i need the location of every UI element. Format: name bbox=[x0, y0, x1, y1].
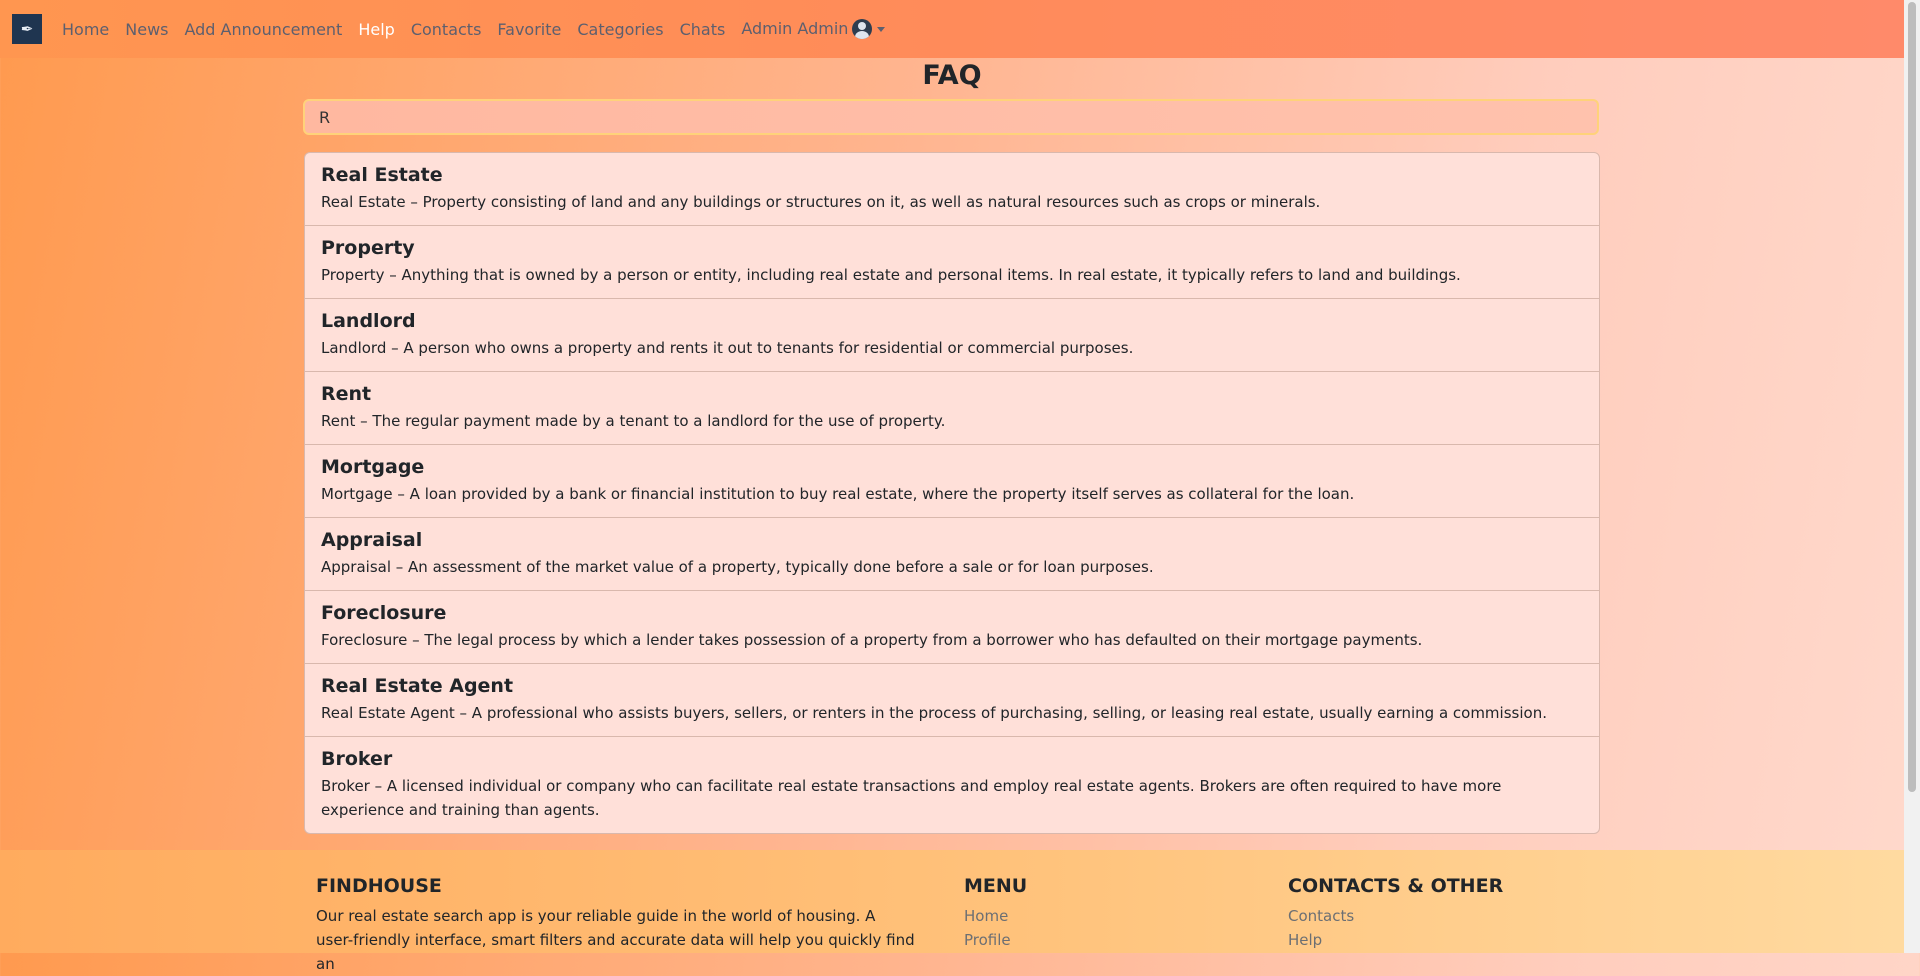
faq-item-title: Foreclosure bbox=[321, 602, 447, 624]
nav-link-add-announcement[interactable]: Add Announcement bbox=[176, 20, 350, 39]
nav-link-home[interactable]: Home bbox=[54, 20, 117, 39]
scrollbar-thumb[interactable] bbox=[1908, 2, 1916, 792]
faq-item-text: Rent – The regular payment made by a ten… bbox=[321, 412, 946, 430]
faq-item-title: Real Estate bbox=[321, 164, 443, 186]
faq-item: Property Property – Anything that is own… bbox=[305, 226, 1599, 299]
avatar-icon bbox=[852, 19, 873, 40]
user-name: Admin Admin bbox=[741, 18, 849, 38]
faq-search-input[interactable] bbox=[303, 99, 1599, 135]
feather-logo-icon: ✒ bbox=[20, 20, 34, 38]
brand-logo[interactable]: ✒ bbox=[12, 14, 42, 44]
faq-item-text: Real Estate Agent – A professional who a… bbox=[321, 704, 1547, 722]
user-menu-dropdown[interactable]: Admin Admin bbox=[733, 19, 893, 40]
faq-item-title: Landlord bbox=[321, 310, 416, 332]
footer-contacts-title: CONTACTS & OTHER bbox=[1288, 875, 1504, 897]
faq-item: Real Estate Agent Real Estate Agent – A … bbox=[305, 664, 1599, 737]
faq-item: Foreclosure Foreclosure – The legal proc… bbox=[305, 591, 1599, 664]
footer: FINDHOUSE Our real estate search app is … bbox=[0, 850, 1904, 973]
page-title: FAQ bbox=[922, 60, 982, 91]
faq-item: Rent Rent – The regular payment made by … bbox=[305, 372, 1599, 445]
nav-link-contacts[interactable]: Contacts bbox=[403, 20, 490, 39]
faq-item-title: Mortgage bbox=[321, 456, 425, 478]
faq-list: Real Estate Real Estate – Property consi… bbox=[304, 152, 1600, 834]
faq-item-text: Mortgage – A loan provided by a bank or … bbox=[321, 485, 1355, 503]
faq-item-text: Broker – A licensed individual or compan… bbox=[321, 777, 1502, 819]
nav-link-favorite[interactable]: Favorite bbox=[489, 20, 569, 39]
footer-menu-title: MENU bbox=[964, 875, 1028, 897]
nav-links: Home News Add Announcement Help Contacts… bbox=[54, 19, 893, 40]
nav-link-categories[interactable]: Categories bbox=[569, 20, 671, 39]
top-navbar: ✒ Home News Add Announcement Help Contac… bbox=[0, 0, 1904, 58]
nav-link-news[interactable]: News bbox=[117, 20, 176, 39]
footer-link-help[interactable]: Help bbox=[1288, 928, 1503, 952]
faq-item-text: Real Estate – Property consisting of lan… bbox=[321, 193, 1321, 211]
faq-item-text: Landlord – A person who owns a property … bbox=[321, 339, 1134, 357]
footer-about-title: FINDHOUSE bbox=[316, 875, 442, 897]
footer-contacts: CONTACTS & OTHER Contacts Help bbox=[1288, 874, 1503, 952]
footer-menu: MENU Home Profile bbox=[964, 874, 1027, 952]
faq-item: Broker Broker – A licensed individual or… bbox=[305, 737, 1599, 833]
faq-item: Appraisal Appraisal – An assessment of t… bbox=[305, 518, 1599, 591]
footer-link-home[interactable]: Home bbox=[964, 904, 1027, 928]
faq-item-title: Appraisal bbox=[321, 529, 423, 551]
footer-about-text: Our real estate search app is your relia… bbox=[316, 907, 915, 973]
faq-item: Landlord Landlord – A person who owns a … bbox=[305, 299, 1599, 372]
faq-item-title: Real Estate Agent bbox=[321, 675, 514, 697]
nav-link-help[interactable]: Help bbox=[350, 20, 402, 39]
nav-link-chats[interactable]: Chats bbox=[672, 20, 734, 39]
footer-link-contacts[interactable]: Contacts bbox=[1288, 904, 1503, 928]
faq-item: Real Estate Real Estate – Property consi… bbox=[305, 153, 1599, 226]
faq-item-text: Appraisal – An assessment of the market … bbox=[321, 558, 1154, 576]
page-scrollbar[interactable] bbox=[1904, 0, 1920, 953]
faq-item-title: Rent bbox=[321, 383, 372, 405]
chevron-down-icon bbox=[877, 26, 886, 32]
faq-item-title: Property bbox=[321, 237, 415, 259]
faq-item-text: Property – Anything that is owned by a p… bbox=[321, 266, 1461, 284]
footer-about: FINDHOUSE Our real estate search app is … bbox=[316, 874, 916, 976]
faq-item-text: Foreclosure – The legal process by which… bbox=[321, 631, 1423, 649]
faq-item: Mortgage Mortgage – A loan provided by a… bbox=[305, 445, 1599, 518]
footer-link-profile[interactable]: Profile bbox=[964, 928, 1027, 952]
faq-item-title: Broker bbox=[321, 748, 393, 770]
